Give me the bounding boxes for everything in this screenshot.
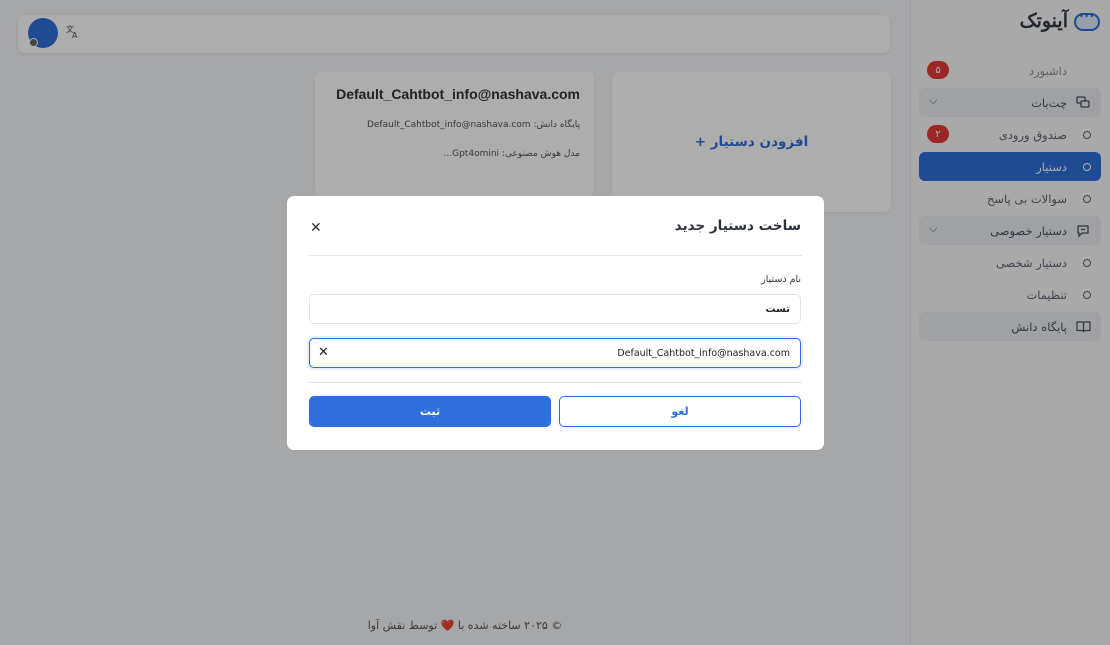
divider (309, 382, 802, 383)
app-root: آینوتک داشبورد ۵ چت‌بات ⌵ صندوق ورودی ۲ (0, 0, 1110, 645)
assistant-name-label: نام دستیار (761, 274, 801, 285)
assistant-name-input[interactable]: تست (309, 294, 801, 324)
submit-button[interactable]: ثبت (309, 396, 551, 427)
knowledge-base-selected-value: Default_Cahtbot_info@nashava.com (617, 347, 790, 359)
knowledge-base-select[interactable]: Default_Cahtbot_info@nashava.com ✕ (309, 338, 801, 368)
create-assistant-dialog: ساخت دستیار جدید ✕ نام دستیار تست Defaul… (287, 196, 824, 450)
cancel-button[interactable]: لغو (559, 396, 801, 427)
dialog-title: ساخت دستیار جدید (674, 218, 801, 234)
close-icon[interactable]: ✕ (310, 221, 322, 235)
divider (309, 255, 802, 256)
clear-icon[interactable]: ✕ (318, 345, 329, 360)
